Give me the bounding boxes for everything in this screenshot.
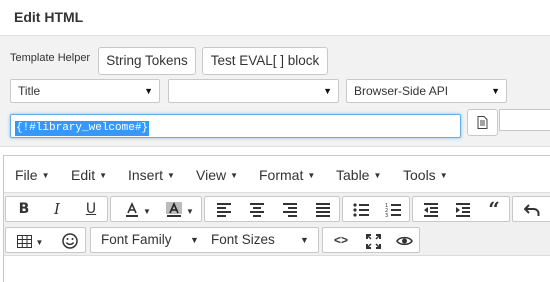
token-input[interactable]: {!#library_welcome#} xyxy=(10,114,461,138)
blockquote-icon[interactable]: “ xyxy=(479,197,509,221)
editor-content-area[interactable] xyxy=(4,255,550,282)
font-sizes-dropdown[interactable]: Font Sizes ▼ xyxy=(205,228,319,252)
preview-eye-icon[interactable] xyxy=(389,228,419,252)
table-icon xyxy=(16,234,32,248)
outdent-icon[interactable] xyxy=(415,197,447,221)
menu-format[interactable]: Format ▼ xyxy=(259,167,315,183)
fullscreen-icon[interactable] xyxy=(357,228,389,252)
source-code-icon[interactable]: <> xyxy=(325,228,357,252)
text-color-button[interactable]: ▼ xyxy=(117,197,159,221)
template-helper-label: Template Helper xyxy=(10,52,91,64)
history-group xyxy=(512,196,550,222)
highlight-color-icon xyxy=(166,202,183,218)
list-group: 123 xyxy=(342,196,410,222)
alignment-group xyxy=(204,196,340,222)
chevron-down-icon: ▼ xyxy=(190,235,199,245)
menu-tools[interactable]: Tools ▼ xyxy=(403,167,448,183)
token-category-value: Title xyxy=(18,84,41,98)
indent-icon[interactable] xyxy=(447,197,479,221)
menu-edit[interactable]: Edit ▼ xyxy=(71,167,107,183)
numbered-list-icon[interactable]: 123 xyxy=(377,197,409,221)
view-group: <> xyxy=(322,227,420,253)
token-category-select[interactable]: Title ▼ xyxy=(10,79,160,103)
table-button[interactable]: ▼ xyxy=(9,228,51,252)
api-select[interactable]: Browser-Side API ▼ xyxy=(346,79,507,103)
dialog-header: Edit HTML xyxy=(0,0,550,36)
italic-icon[interactable]: I xyxy=(40,197,74,221)
align-center-icon[interactable] xyxy=(240,197,273,221)
svg-text:3: 3 xyxy=(385,213,388,217)
bullet-list-icon[interactable] xyxy=(345,197,377,221)
document-icon xyxy=(477,116,488,129)
undo-icon[interactable] xyxy=(516,197,548,221)
align-justify-icon[interactable] xyxy=(306,197,339,221)
menu-file[interactable]: File ▼ xyxy=(15,167,49,183)
api-select-value: Browser-Side API xyxy=(354,84,449,98)
insert-token-button[interactable] xyxy=(467,109,498,136)
token-selected-text: {!#library_welcome#} xyxy=(15,121,150,136)
bold-icon[interactable]: B xyxy=(8,197,40,221)
text-style-group: B I U xyxy=(5,196,108,222)
font-sizes-label: Font Sizes xyxy=(211,232,275,247)
color-group: ▼ ▼ xyxy=(110,196,202,222)
emoticon-icon[interactable] xyxy=(54,228,86,252)
string-tokens-button[interactable]: String Tokens xyxy=(98,47,196,75)
font-family-label: Font Family xyxy=(101,232,172,247)
chevron-down-icon: ▼ xyxy=(323,86,332,96)
chevron-down-icon: ▼ xyxy=(300,235,309,245)
token-select[interactable]: ▼ xyxy=(168,79,339,103)
formatting-toolbar: B I U ▼ ▼ 1 2 3 “ xyxy=(4,192,550,224)
chevron-down-icon: ▼ xyxy=(144,86,153,96)
table-emoji-group: ▼ xyxy=(5,227,86,253)
text-color-icon xyxy=(126,202,139,218)
dialog-title: Edit HTML xyxy=(14,9,84,25)
background-color-button[interactable]: ▼ xyxy=(159,197,201,221)
rich-text-editor: File ▼ Edit ▼ Insert ▼ View ▼ Format ▼ Table ▼… xyxy=(3,155,550,282)
align-right-icon[interactable] xyxy=(273,197,306,221)
test-eval-button[interactable]: Test EVAL[ ] block xyxy=(202,47,328,75)
align-left-icon[interactable] xyxy=(207,197,240,221)
editor-menubar: File ▼ Edit ▼ Insert ▼ View ▼ Format ▼ Table ▼… xyxy=(4,156,550,192)
chevron-down-icon: ▼ xyxy=(491,86,500,96)
secondary-input[interactable] xyxy=(499,109,550,131)
underline-icon[interactable]: U xyxy=(74,197,108,221)
indent-group: “ xyxy=(412,196,510,222)
font-family-dropdown[interactable]: Font Family ▼ xyxy=(91,228,205,252)
menu-insert[interactable]: Insert ▼ xyxy=(128,167,175,183)
menu-table[interactable]: Table ▼ xyxy=(336,167,381,183)
menu-view[interactable]: View ▼ xyxy=(196,167,238,183)
font-group: Font Family ▼ Font Sizes ▼ xyxy=(90,227,319,253)
insert-toolbar: ▼ Font Family ▼ Font Sizes ▼ <> xyxy=(4,224,550,255)
